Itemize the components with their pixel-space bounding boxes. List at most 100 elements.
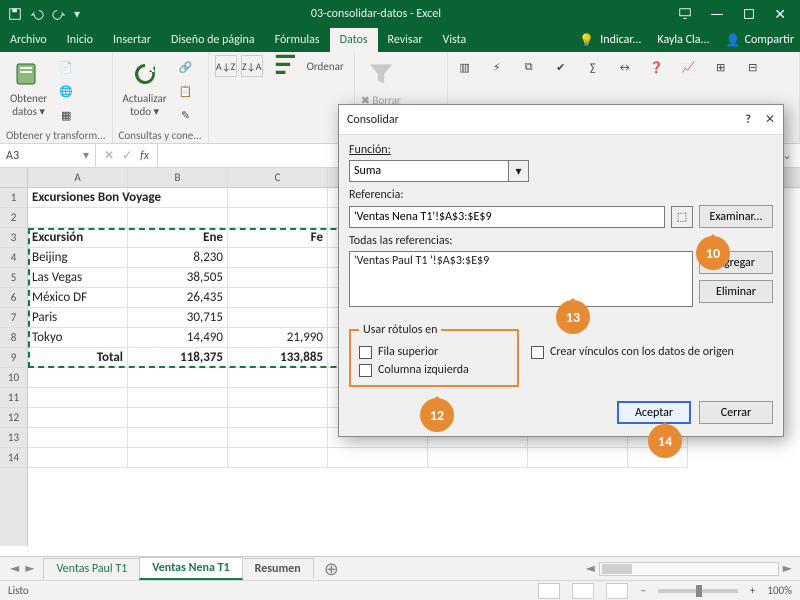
range-picker-icon[interactable]: ⬚ (671, 206, 693, 228)
row-header[interactable]: 5 (0, 268, 27, 288)
tab-nav-prev-icon[interactable]: ◄ (10, 561, 19, 576)
tab-insertar[interactable]: Insertar (103, 28, 161, 52)
confirm-edit-icon: ✓ (122, 148, 132, 163)
document-title: 03-consolidar-datos - Excel (88, 7, 664, 21)
page-break-view-icon[interactable] (606, 583, 628, 599)
maximize-icon[interactable] (742, 7, 756, 21)
sort-asc-icon[interactable]: A↓Z (215, 55, 237, 77)
ungroup-icon[interactable]: ⊟ (742, 56, 764, 78)
tab-revisar[interactable]: Revisar (378, 28, 433, 52)
new-sheet-icon[interactable]: ⊕ (314, 558, 349, 580)
chevron-down-icon[interactable]: ▾ (509, 160, 529, 182)
scroll-left-icon[interactable]: ◄ (586, 561, 599, 576)
sheet-tab[interactable]: Resumen (242, 558, 314, 579)
callout-12: 12 (420, 398, 454, 432)
dialog-help-icon[interactable]: ? (745, 113, 751, 127)
from-text-icon[interactable]: 📄 (55, 56, 77, 78)
refresh-all-button[interactable]: Actualizar todo ▾ (119, 56, 171, 120)
fx-icon[interactable]: fx (140, 149, 149, 163)
tab-nav-next-icon[interactable]: ► (25, 561, 34, 576)
ok-button[interactable]: Aceptar (617, 401, 691, 424)
qat-dropdown-icon[interactable]: ▾ (74, 7, 80, 22)
cell[interactable]: Excursiones Bon Voyage (28, 188, 128, 208)
redo-icon[interactable] (52, 7, 66, 21)
left-column-checkbox[interactable]: Columna izquierda (359, 363, 509, 377)
row-header[interactable]: 14 (0, 448, 27, 468)
data-validation-icon[interactable]: ✔ (550, 56, 572, 78)
account-name[interactable]: Kayla Cla... (657, 33, 709, 47)
row-header[interactable]: 6 (0, 288, 27, 308)
zoom-level[interactable]: 100% (767, 584, 792, 597)
tab-vista[interactable]: Vista (433, 28, 477, 52)
consolidate-icon[interactable]: ∑ (582, 56, 604, 78)
select-all-corner[interactable] (0, 168, 27, 188)
forecast-icon[interactable]: 📈 (678, 56, 700, 78)
tab-archivo[interactable]: Archivo (0, 28, 57, 52)
sheet-tab[interactable]: Ventas Nena T1 (139, 557, 242, 580)
cell[interactable]: Excursión (28, 228, 128, 248)
close-window-icon[interactable]: ✕ (774, 6, 786, 23)
page-layout-view-icon[interactable] (572, 583, 594, 599)
properties-icon[interactable]: 📋 (175, 80, 197, 102)
editlinks-icon[interactable]: ✎ (175, 104, 197, 126)
row-header[interactable]: 7 (0, 308, 27, 328)
references-listbox[interactable]: 'Ventas Paul T1 '!$A$3:$E$9 (349, 251, 693, 307)
row-header[interactable]: 8 (0, 328, 27, 348)
row-header[interactable]: 9 (0, 348, 27, 368)
share-button[interactable]: 👤 Compartir (726, 33, 794, 48)
col-header[interactable]: B (128, 168, 228, 187)
tell-me-icon[interactable]: 💡 (579, 33, 594, 48)
normal-view-icon[interactable] (538, 583, 560, 599)
flash-fill-icon[interactable]: ⚡ (486, 56, 508, 78)
scroll-right-icon[interactable]: ► (779, 561, 792, 576)
text-to-columns-icon[interactable]: ▥ (454, 56, 476, 78)
whatif-icon[interactable]: ❓ (646, 56, 668, 78)
row-header[interactable]: 12 (0, 408, 27, 428)
namebox-dropdown-icon[interactable]: ▾ (83, 148, 89, 163)
callout-14: 14 (648, 424, 682, 458)
tell-me[interactable]: Indicar... (600, 33, 641, 47)
remove-dup-icon[interactable]: ⧉ (518, 56, 540, 78)
relationships-icon[interactable]: ↔ (614, 56, 636, 78)
row-header[interactable]: 2 (0, 208, 27, 228)
from-table-icon[interactable]: ▦ (55, 104, 77, 126)
top-row-checkbox[interactable]: Fila superior (359, 345, 509, 359)
undo-icon[interactable] (30, 7, 44, 21)
horizontal-scrollbar[interactable] (599, 562, 779, 576)
close-button[interactable]: Cerrar (699, 401, 773, 424)
row-header[interactable]: 13 (0, 428, 27, 448)
connections-icon[interactable]: 🔗 (175, 56, 197, 78)
name-box[interactable]: A3▾ (0, 144, 96, 167)
row-header[interactable]: 11 (0, 388, 27, 408)
reference-item[interactable]: 'Ventas Paul T1 '!$A$3:$E$9 (354, 254, 688, 268)
browse-button[interactable]: Examinar... (699, 205, 773, 228)
row-header[interactable]: 4 (0, 248, 27, 268)
reference-input[interactable] (349, 206, 665, 228)
sort-button[interactable]: Ordenar (267, 48, 348, 84)
zoom-in-icon[interactable]: + (750, 584, 755, 597)
sort-desc-icon[interactable]: Z↓A (241, 55, 263, 77)
ribbon-options-icon[interactable] (678, 7, 692, 21)
group-icon[interactable]: ⊞ (710, 56, 732, 78)
zoom-out-icon[interactable]: – (640, 584, 645, 597)
filter-button[interactable] (361, 56, 401, 92)
status-ready: Listo (8, 584, 29, 597)
from-web-icon[interactable]: 🌐 (55, 80, 77, 102)
col-header[interactable]: C (228, 168, 328, 187)
row-header[interactable]: 3 (0, 228, 27, 248)
minimize-icon[interactable]: — (710, 5, 724, 24)
create-links-checkbox[interactable]: Crear vínculos con los datos de origen (531, 345, 734, 359)
function-select[interactable] (349, 160, 509, 182)
dialog-close-icon[interactable]: ✕ (765, 112, 775, 127)
get-data-button[interactable]: Obtener datos ▾ (6, 56, 51, 120)
delete-button[interactable]: Eliminar (699, 280, 773, 303)
autosave-icon[interactable] (8, 7, 22, 21)
reference-label: Referencia: (349, 188, 773, 202)
tab-diseno[interactable]: Diseño de página (161, 28, 265, 52)
sheet-tab[interactable]: Ventas Paul T1 (43, 558, 140, 579)
tab-inicio[interactable]: Inicio (57, 28, 103, 52)
col-header[interactable]: A (28, 168, 128, 187)
row-header[interactable]: 10 (0, 368, 27, 388)
row-header[interactable]: 1 (0, 188, 27, 208)
zoom-slider[interactable] (658, 589, 738, 593)
